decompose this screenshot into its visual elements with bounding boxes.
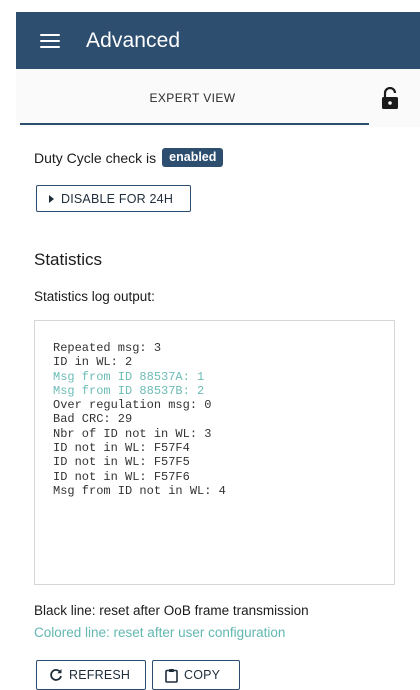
refresh-icon [50,669,62,681]
statistics-log-output[interactable]: Repeated msg: 3 ID in WL: 2 Msg from ID 88… [34,320,395,585]
duty-cycle-status: Duty Cycle check is enabled [34,148,224,167]
legend-black-line: Black line: reset after OoB frame transm… [34,603,309,618]
log-line: Repeated msg: 3 [53,341,162,355]
log-line: Over regulation msg: 0 [53,398,212,413]
log-line: ID not in WL: F57F5 [53,455,190,470]
statistics-subtitle: Statistics log output: [34,289,155,304]
duty-cycle-label: Duty Cycle check is [34,149,157,166]
log-line: ID not in WL: F57F6 [53,469,190,484]
tab-indicator [20,123,369,125]
log-line: Msg from ID 88537B: 2 [53,383,205,398]
disable-button-label: DISABLE FOR 24H [61,191,174,206]
tab-expert-view[interactable]: EXPERT VIEW [16,69,369,127]
copy-label: COPY [184,668,221,682]
log-line: ID not in WL: F57F4 [53,441,190,456]
legend-colored-line: Colored line: reset after user configura… [34,625,286,640]
status-badge: enabled [162,148,224,167]
statistics-heading: Statistics [34,250,103,269]
log-line: Nbr of ID not in WL: 3 [53,426,212,441]
app-bar: Advanced [16,12,420,69]
lock-open-icon[interactable] [381,87,399,109]
hamburger-menu-icon[interactable] [40,33,60,49]
clipboard-icon [165,668,178,683]
log-line: Msg from ID not in WL: 4 [53,483,226,498]
play-arrow-icon [49,194,54,203]
log-line: Bad CRC: 29 [53,412,133,427]
disable-for-24h-button[interactable]: DISABLE FOR 24H [36,185,191,212]
page-title: Advanced [86,28,181,52]
refresh-label: REFRESH [69,668,131,682]
log-line: ID in WL: 2 [53,355,133,370]
log-line: Msg from ID 88537A: 1 [53,369,205,384]
tab-bar: EXPERT VIEW [16,69,420,127]
